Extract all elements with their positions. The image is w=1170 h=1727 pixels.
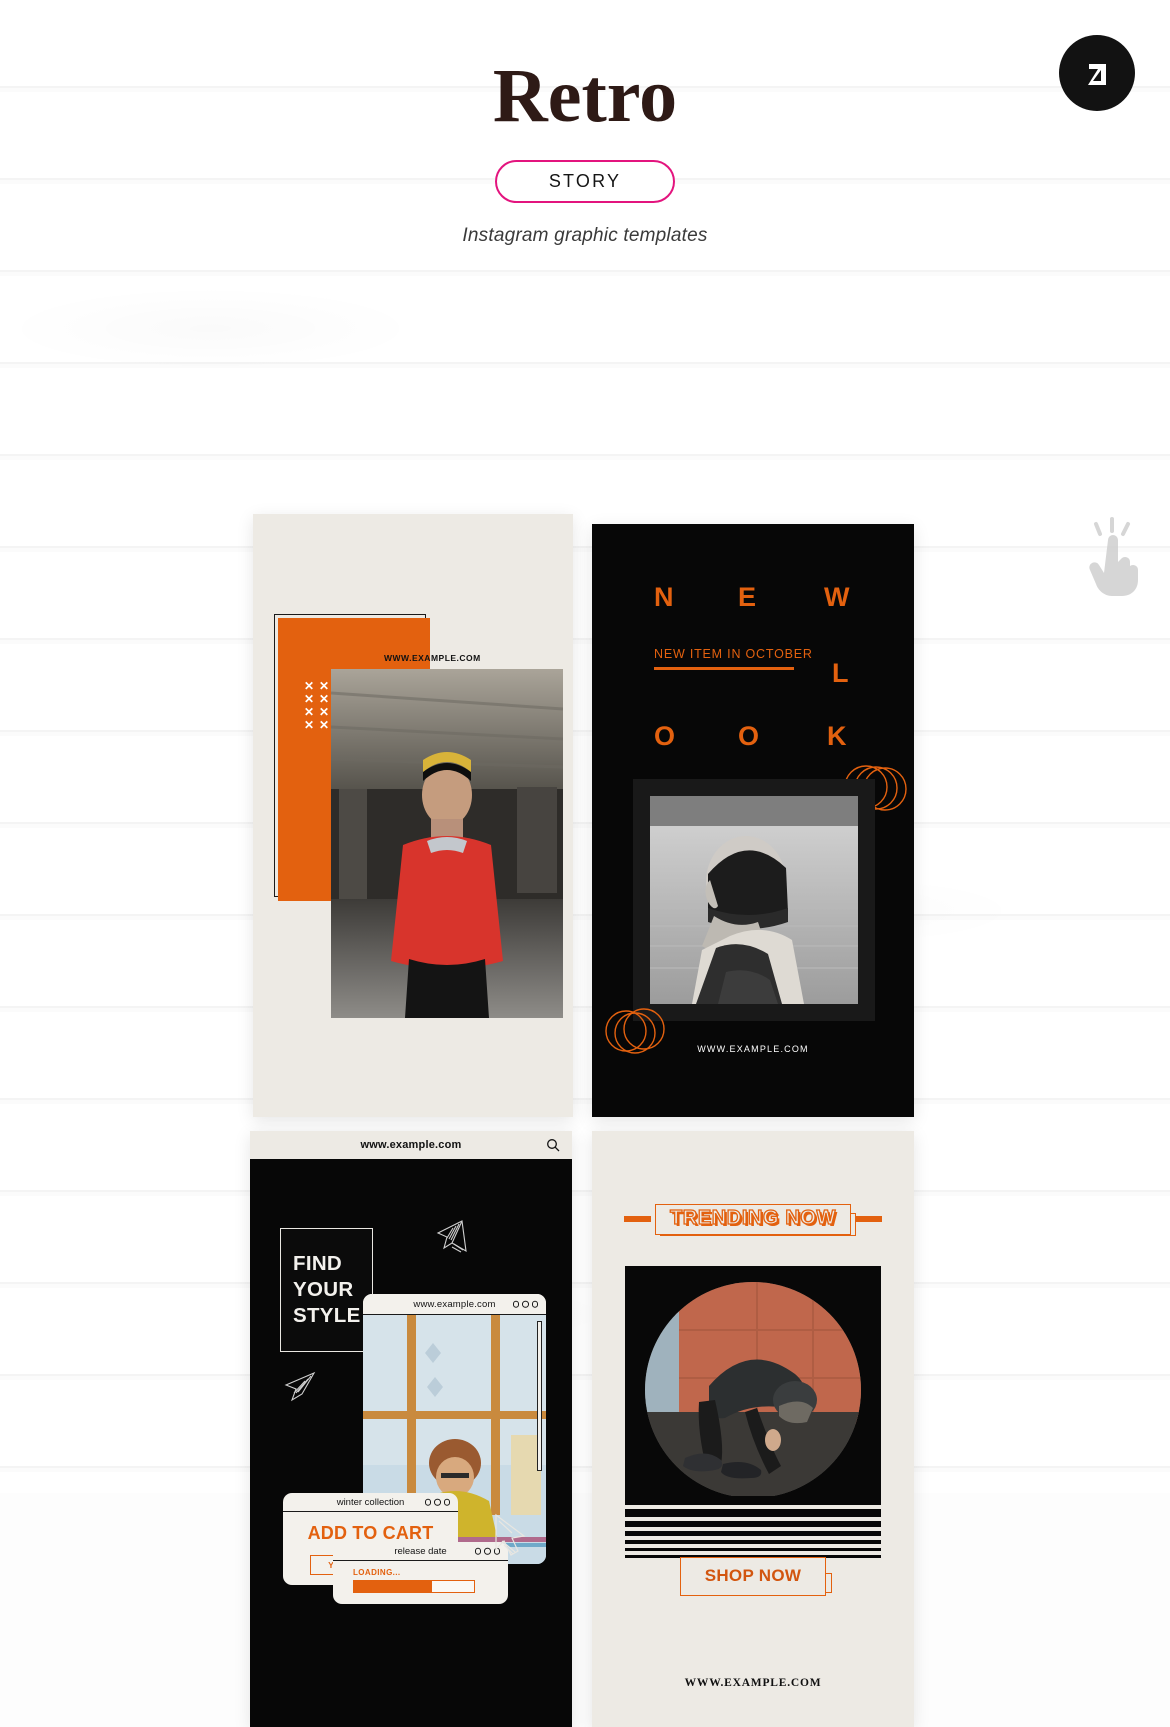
card3-browser-bar[interactable]: www.example.com (250, 1131, 572, 1159)
card4-stripe-decoration (625, 1496, 881, 1558)
card3-loading-window[interactable]: release date LOADING... (333, 1542, 508, 1604)
page-header: Retro STORY Instagram graphic templates (0, 0, 1170, 247)
orange-circles-decoration-bottom (604, 1003, 674, 1066)
cursor-arrow-icon-top (432, 1217, 476, 1266)
card4-heading-text: TRENDING NOW (669, 1206, 837, 1229)
newlook-letter-w: W (824, 582, 851, 612)
card4-circular-photo (645, 1282, 861, 1496)
newlook-letter-l: L (832, 658, 850, 688)
card2-tagline: NEW ITEM IN OCTOBER (654, 647, 813, 661)
card2-tagline-underline (654, 667, 794, 671)
newlook-letter-o2: O (738, 721, 761, 751)
page-title: Retro (492, 54, 678, 138)
search-icon[interactable] (546, 1138, 560, 1157)
window-control-dots[interactable] (424, 1498, 450, 1506)
card1-url-label: WWW.EXAMPLE.COM (384, 653, 481, 663)
card4-url-label: WWW.EXAMPLE.COM (684, 1677, 822, 1689)
card2-url-label: WWW.EXAMPLE.COM (697, 1044, 809, 1054)
pointing-hand-cursor-icon (1070, 510, 1160, 600)
brand-logo-badge[interactable] (1059, 35, 1135, 111)
card3-headline-line1: FIND (293, 1252, 343, 1275)
card3-loading-window-bar[interactable]: release date (333, 1542, 508, 1561)
loading-label: LOADING... (353, 1568, 401, 1577)
card3-cart-window-bar[interactable]: winter collection (283, 1493, 458, 1512)
window-control-dots[interactable] (512, 1300, 538, 1308)
card4-cta-row: SHOP NOW (592, 1557, 914, 1596)
card4-heading-box: TRENDING NOW (654, 1204, 852, 1235)
newlook-letter-n: N (654, 582, 675, 612)
card4-photo-area (625, 1266, 881, 1496)
story-pill-badge[interactable]: STORY (494, 160, 676, 203)
card2-photo (650, 796, 858, 1004)
card4-heading-row: TRENDING NOW (592, 1204, 914, 1236)
card3-photo-window-bar[interactable]: www.example.com (363, 1294, 546, 1315)
template-card-find-your-style[interactable]: www.example.com FIND YOUR STYLE www.exam… (250, 1131, 572, 1727)
page-subtitle: Instagram graphic templates (462, 225, 708, 246)
z-monogram-logo-icon (1088, 64, 1106, 85)
card3-window-scrollbar[interactable] (537, 1321, 542, 1471)
heading-dash-right (855, 1215, 883, 1222)
newlook-letter-e: E (738, 582, 758, 612)
card2-photo-frame (633, 779, 875, 1021)
loading-progress-bar (353, 1580, 475, 1593)
loading-progress-fill (354, 1581, 432, 1592)
newlook-letter-k: K (827, 721, 848, 751)
card3-loading-window-title: release date (394, 1545, 447, 1557)
newlook-letter-o1: O (654, 721, 677, 751)
heading-dash-left (623, 1215, 651, 1222)
card3-headline-line3: STYLE (293, 1303, 361, 1327)
cursor-arrow-icon-left (280, 1367, 320, 1410)
card3-photo-window-title: www.example.com (413, 1298, 496, 1310)
card3-headline-line2: YOUR (293, 1277, 354, 1301)
card1-photo (331, 669, 563, 1018)
shop-now-button[interactable]: SHOP NOW (679, 1557, 827, 1596)
card3-browser-url: www.example.com (360, 1139, 462, 1151)
cursor-arrow-icon-bottom (490, 1511, 532, 1564)
shop-now-label: SHOP NOW (704, 1566, 802, 1585)
add-to-cart-label: ADD TO CART (307, 1523, 434, 1543)
card3-headline-box: FIND YOUR STYLE (280, 1228, 373, 1352)
card3-cart-window-title: winter collection (336, 1496, 405, 1508)
template-card-trending-now[interactable]: TRENDING NOW SHOP NOW WWW.EXAMPLE.COM (592, 1131, 914, 1727)
template-card-new-look[interactable]: N E W L O O K NEW ITEM IN OCTOBER WWW.EX… (592, 524, 914, 1117)
template-card-available[interactable]: ✕✕✕✕ ✕✕✕✕ ✕✕✕✕ ✕✕✕✕ WWW.EXAMPLE.COM (253, 514, 573, 1117)
